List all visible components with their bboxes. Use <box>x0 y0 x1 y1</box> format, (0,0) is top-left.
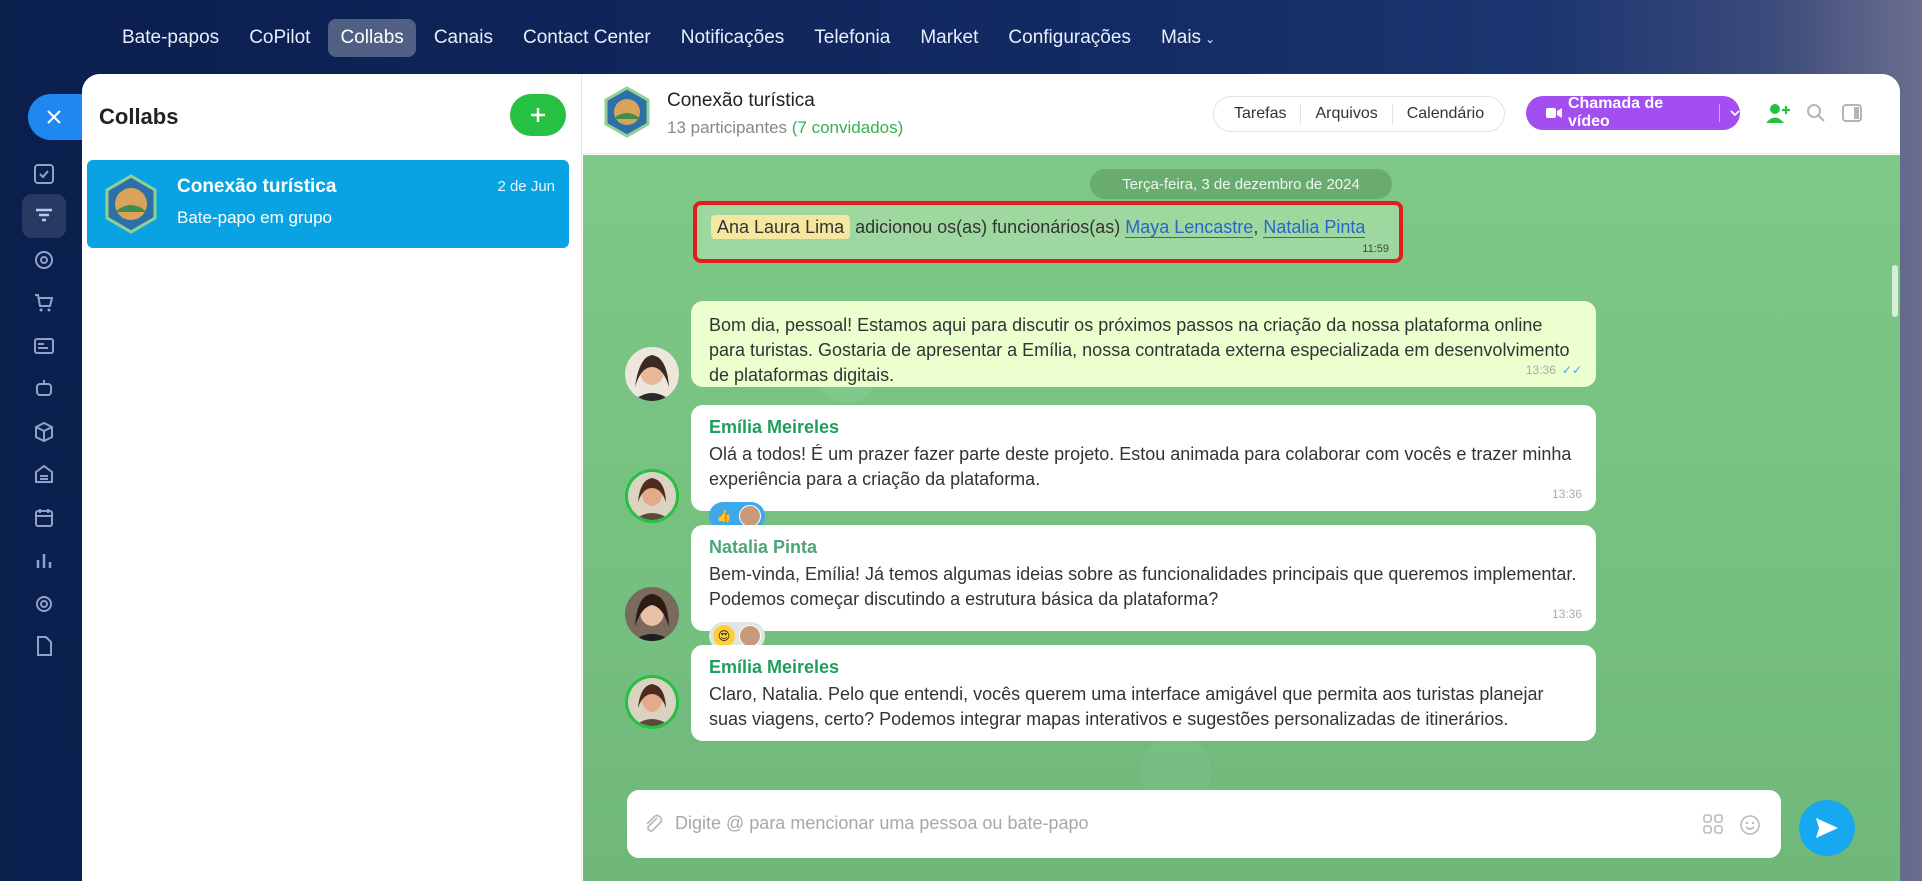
divider <box>1719 104 1721 122</box>
tasks-icon[interactable] <box>22 152 66 196</box>
message-author[interactable]: Natalia Pinta <box>709 537 1578 558</box>
calendar-icon[interactable] <box>22 496 66 540</box>
heart-eyes-icon: 😍 <box>713 625 735 647</box>
main-panel: Collabs Conexão turística Bate-papo em g… <box>82 74 1900 881</box>
nav-contact-center[interactable]: Contact Center <box>511 19 663 57</box>
scrollbar[interactable] <box>1892 265 1898 317</box>
chevron-down-icon[interactable] <box>1730 109 1740 117</box>
message-time: 13:36 <box>1551 607 1582 621</box>
video-call-label: Chamada de vídeo <box>1567 95 1664 130</box>
card-icon[interactable] <box>22 324 66 368</box>
reaction-avatar <box>739 625 761 647</box>
mention-separator: , <box>1253 217 1264 237</box>
nav-market[interactable]: Market <box>908 19 990 57</box>
guests-count: (7 convidados) <box>791 118 904 137</box>
message-text: Olá a todos! É um prazer fazer parte des… <box>709 444 1572 489</box>
mention-link-natalia[interactable]: Natalia Pinta <box>1263 217 1366 238</box>
actor-name[interactable]: Ana Laura Lima <box>711 215 851 239</box>
add-user-icon[interactable] <box>1765 100 1791 126</box>
list-title: Collabs <box>99 104 179 129</box>
avatar[interactable] <box>625 347 679 401</box>
message-text: Bom dia, pessoal! Estamos aqui para disc… <box>709 315 1570 385</box>
thumbs-up-icon: 👍 <box>713 505 735 527</box>
system-action: adicionou os(as) funcionários(as) <box>850 217 1126 237</box>
nav-notificacoes[interactable]: Notificações <box>669 19 797 57</box>
target-icon[interactable] <box>22 238 66 282</box>
chevron-down-icon: ⌄ <box>1205 32 1216 46</box>
chat-header: Conexão turística 13 participantes (7 co… <box>583 74 1900 154</box>
chat-title[interactable]: Conexão turística <box>667 90 815 112</box>
message-bubble[interactable]: Emília Meireles Claro, Natalia. Pelo que… <box>691 645 1596 741</box>
document-icon[interactable] <box>22 624 66 668</box>
store-icon[interactable] <box>22 452 66 496</box>
filter-icon[interactable] <box>22 194 66 238</box>
message-composer <box>627 790 1781 858</box>
left-icon-rail <box>0 72 86 881</box>
messages-area[interactable]: Terça-feira, 3 de dezembro de 2024 Ana L… <box>583 155 1900 881</box>
search-icon[interactable] <box>1803 100 1829 126</box>
tab-tarefas[interactable]: Tarefas <box>1220 104 1302 124</box>
apps-grid-icon[interactable] <box>1703 814 1723 834</box>
message-time-row: 13:36 ✓✓ <box>1526 363 1582 377</box>
message-bubble[interactable]: Emília Meireles Olá a todos! É um prazer… <box>691 405 1596 530</box>
read-receipt-icon: ✓✓ <box>1561 363 1582 377</box>
plus-icon <box>531 108 545 122</box>
nav-mais[interactable]: Mais ⌄ <box>1149 19 1227 57</box>
video-camera-icon <box>1546 108 1562 118</box>
message-time: 11:59 <box>1362 243 1389 255</box>
close-panel-button[interactable] <box>28 94 86 140</box>
avatar[interactable] <box>625 675 679 729</box>
chat-tabs: Tarefas Arquivos Calendário <box>1213 96 1506 132</box>
participants-info[interactable]: 13 participantes (7 convidados) <box>667 118 903 138</box>
mention-link-maya[interactable]: Maya Lencastre <box>1125 217 1254 238</box>
video-call-button[interactable]: Chamada de vídeo <box>1526 95 1740 130</box>
add-collab-button[interactable] <box>510 94 566 136</box>
message-author[interactable]: Emília Meireles <box>709 417 1578 438</box>
send-button[interactable] <box>1799 800 1855 856</box>
chat-subtitle: Bate-papo em grupo <box>177 208 332 227</box>
avatar[interactable] <box>625 587 679 641</box>
message-bubble[interactable]: Bom dia, pessoal! Estamos aqui para disc… <box>691 301 1596 387</box>
message-input[interactable] <box>675 808 1655 838</box>
participants-count: 13 participantes <box>667 118 788 137</box>
send-icon <box>1816 818 1838 838</box>
date-separator: Terça-feira, 3 de dezembro de 2024 <box>1090 169 1392 199</box>
chat-name: Conexão turística <box>177 176 337 197</box>
nav-collabs[interactable]: Collabs <box>328 19 416 57</box>
paperclip-icon[interactable] <box>643 812 663 834</box>
group-avatar <box>105 174 157 234</box>
message-time: 13:36 <box>1525 363 1556 377</box>
group-avatar[interactable] <box>601 86 653 138</box>
tab-arquivos[interactable]: Arquivos <box>1301 104 1393 124</box>
emoji-icon[interactable] <box>1739 814 1761 836</box>
tab-calendario[interactable]: Calendário <box>1393 104 1498 124</box>
robot-icon[interactable] <box>22 366 66 410</box>
avatar[interactable] <box>625 469 679 523</box>
chat-pane: Conexão turística 13 participantes (7 co… <box>583 74 1900 881</box>
nav-copilot[interactable]: CoPilot <box>237 19 322 57</box>
message-time: 13:36 <box>1551 487 1582 501</box>
top-navigation: Bate-papos CoPilot Collabs Canais Contac… <box>110 18 1227 58</box>
reaction-avatar <box>739 505 761 527</box>
message-text: Claro, Natalia. Pelo que entendi, vocês … <box>709 684 1544 729</box>
settings-icon[interactable] <box>22 582 66 626</box>
system-message-text: Ana Laura Lima adicionou os(as) funcioná… <box>711 215 1366 239</box>
analytics-icon[interactable] <box>22 538 66 582</box>
box-icon[interactable] <box>22 410 66 454</box>
chat-date: 2 de Jun <box>497 178 555 195</box>
message-author[interactable]: Emília Meireles <box>709 657 1578 678</box>
nav-mais-label: Mais <box>1160 27 1202 48</box>
nav-telefonia[interactable]: Telefonia <box>802 19 902 57</box>
nav-canais[interactable]: Canais <box>422 19 505 57</box>
cart-icon[interactable] <box>22 280 66 324</box>
sidebar-toggle-icon[interactable] <box>1839 100 1865 126</box>
system-message: Ana Laura Lima adicionou os(as) funcioná… <box>693 201 1403 263</box>
nav-configuracoes[interactable]: Configurações <box>996 19 1143 57</box>
message-bubble[interactable]: Natalia Pinta Bem-vinda, Emília! Já temo… <box>691 525 1596 650</box>
nav-bate-papos[interactable]: Bate-papos <box>110 19 231 57</box>
message-text: Bem-vinda, Emília! Já temos algumas idei… <box>709 564 1577 609</box>
close-icon <box>47 110 61 124</box>
chat-list-item[interactable]: Conexão turística Bate-papo em grupo 2 d… <box>87 160 569 248</box>
chat-list-pane: Collabs Conexão turística Bate-papo em g… <box>82 74 582 881</box>
